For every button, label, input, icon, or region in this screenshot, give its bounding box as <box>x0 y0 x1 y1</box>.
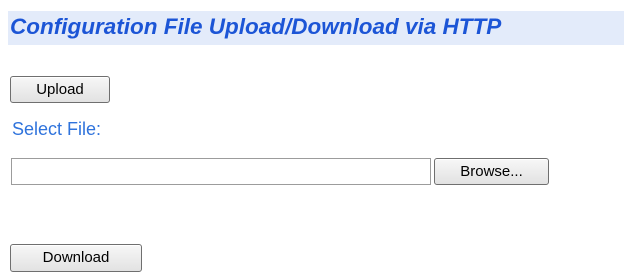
page-title: Configuration File Upload/Download via H… <box>10 14 502 39</box>
select-file-label: Select File: <box>12 119 102 139</box>
browse-button[interactable]: Browse... <box>434 158 549 185</box>
upload-button[interactable]: Upload <box>10 76 110 103</box>
file-path-input[interactable] <box>11 158 431 185</box>
download-button[interactable]: Download <box>10 244 142 272</box>
